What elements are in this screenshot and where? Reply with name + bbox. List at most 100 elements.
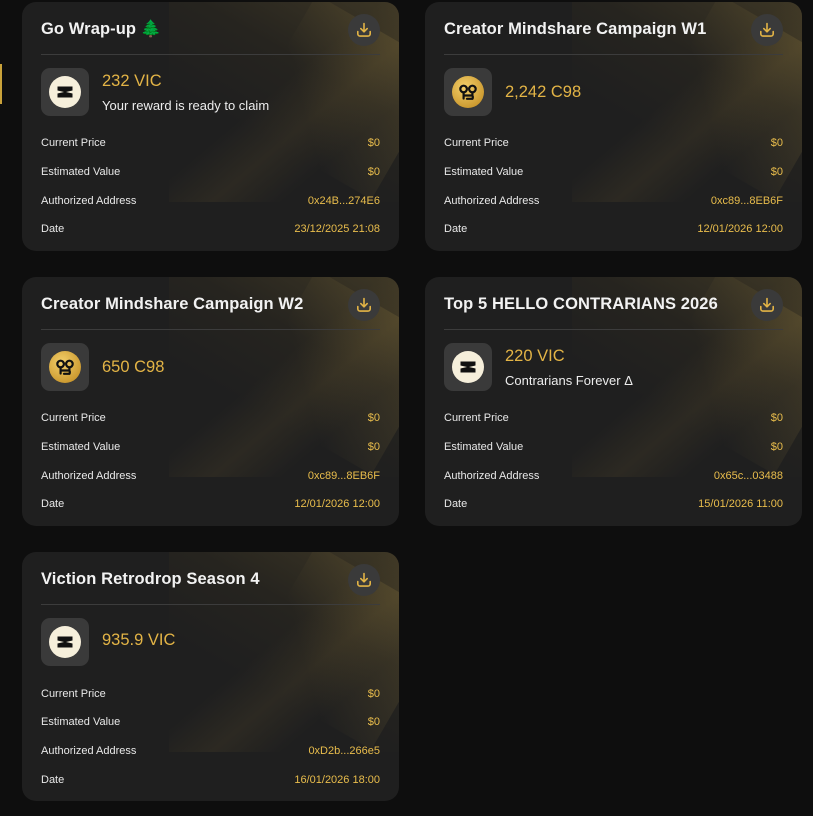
detail-label: Estimated Value (41, 716, 121, 728)
detail-row-estimated-value: Estimated Value $0 (444, 441, 783, 457)
authorized-address-value[interactable]: 0x65c...03488 (714, 470, 783, 482)
token-logo (41, 618, 89, 666)
reward-amount: 232 VIC (102, 72, 162, 90)
detail-row-estimated-value: Estimated Value $0 (41, 716, 380, 732)
detail-row-date: Date 16/01/2026 18:00 (41, 774, 380, 790)
detail-label: Current Price (41, 688, 106, 700)
detail-row-date: Date 12/01/2026 12:00 (444, 223, 783, 239)
date-value: 15/01/2026 11:00 (698, 498, 783, 510)
download-icon (760, 297, 774, 312)
token-logo (41, 68, 89, 116)
detail-row-authorized-address: Authorized Address 0xc89...8EB6F (444, 195, 783, 211)
sidebar-edge-indicator (0, 64, 2, 104)
reward-subtitle: Contrarians Forever Δ (505, 373, 633, 388)
card-title: Viction Retrodrop Season 4 (41, 570, 260, 588)
card-divider (444, 54, 783, 55)
reward-amount: 220 VIC (505, 347, 565, 365)
viction-logo-icon (49, 626, 81, 658)
detail-label: Estimated Value (41, 166, 121, 178)
detail-row-authorized-address: Authorized Address 0xc89...8EB6F (41, 470, 380, 486)
detail-label: Estimated Value (444, 441, 524, 453)
card-divider (41, 604, 380, 605)
detail-label: Date (444, 498, 468, 510)
download-button[interactable] (348, 289, 380, 321)
reward-subtitle: Your reward is ready to claim (102, 98, 270, 113)
current-price-value: $0 (770, 412, 783, 424)
current-price-value: $0 (770, 137, 783, 149)
reward-card: Viction Retrodrop Season 4 935.9 VIC Cur… (22, 552, 399, 801)
reward-amount: 935.9 VIC (102, 631, 176, 649)
card-title: Top 5 HELLO CONTRARIANS 2026 (444, 295, 718, 313)
detail-label: Current Price (444, 137, 509, 149)
authorized-address-value[interactable]: 0xc89...8EB6F (711, 195, 783, 207)
authorized-address-value[interactable]: 0xD2b...266e5 (308, 745, 380, 757)
download-button[interactable] (348, 564, 380, 596)
detail-label: Current Price (41, 137, 106, 149)
detail-label: Estimated Value (444, 166, 524, 178)
detail-row-authorized-address: Authorized Address 0x65c...03488 (444, 470, 783, 486)
c98-logo-icon (452, 76, 484, 108)
detail-row-current-price: Current Price $0 (41, 137, 380, 153)
download-icon (357, 22, 371, 37)
reward-amount: 650 C98 (102, 358, 165, 376)
detail-row-date: Date 12/01/2026 12:00 (41, 498, 380, 514)
card-title: Go Wrap-up 🌲 (41, 20, 162, 38)
estimated-value-value: $0 (770, 441, 783, 453)
card-divider (41, 54, 380, 55)
detail-row-current-price: Current Price $0 (444, 412, 783, 428)
current-price-value: $0 (367, 137, 380, 149)
detail-label: Estimated Value (41, 441, 121, 453)
card-divider (41, 329, 380, 330)
detail-label: Date (41, 774, 65, 786)
detail-label: Authorized Address (41, 745, 137, 757)
viction-logo-icon (452, 351, 484, 383)
detail-label: Authorized Address (444, 195, 540, 207)
card-title: Creator Mindshare Campaign W2 (41, 295, 304, 313)
detail-row-estimated-value: Estimated Value $0 (41, 441, 380, 457)
detail-label: Date (41, 498, 65, 510)
detail-label: Authorized Address (41, 470, 137, 482)
card-title: Creator Mindshare Campaign W1 (444, 20, 707, 38)
download-icon (357, 572, 371, 587)
detail-label: Current Price (41, 412, 106, 424)
viction-logo-icon (49, 76, 81, 108)
detail-row-current-price: Current Price $0 (41, 412, 380, 428)
detail-row-authorized-address: Authorized Address 0x24B...274E6 (41, 195, 380, 211)
authorized-address-value[interactable]: 0xc89...8EB6F (308, 470, 380, 482)
date-value: 12/01/2026 12:00 (294, 498, 380, 510)
detail-row-estimated-value: Estimated Value $0 (41, 166, 380, 182)
detail-row-current-price: Current Price $0 (41, 688, 380, 704)
reward-card: Go Wrap-up 🌲 232 VIC Your reward is read… (22, 2, 399, 251)
estimated-value-value: $0 (367, 166, 380, 178)
download-button[interactable] (348, 14, 380, 46)
detail-row-current-price: Current Price $0 (444, 137, 783, 153)
detail-row-authorized-address: Authorized Address 0xD2b...266e5 (41, 745, 380, 761)
reward-amount: 2,242 C98 (505, 83, 582, 101)
current-price-value: $0 (367, 412, 380, 424)
estimated-value-value: $0 (367, 716, 380, 728)
reward-card: Top 5 HELLO CONTRARIANS 2026 220 VIC Con… (425, 277, 802, 526)
download-button[interactable] (751, 14, 783, 46)
detail-row-estimated-value: Estimated Value $0 (444, 166, 783, 182)
token-logo (444, 343, 492, 391)
c98-logo-icon (49, 351, 81, 383)
date-value: 23/12/2025 21:08 (294, 223, 380, 235)
detail-row-date: Date 23/12/2025 21:08 (41, 223, 380, 239)
date-value: 12/01/2026 12:00 (697, 223, 783, 235)
token-logo (41, 343, 89, 391)
detail-row-date: Date 15/01/2026 11:00 (444, 498, 783, 514)
reward-card: Creator Mindshare Campaign W1 2,242 C98 … (425, 2, 802, 251)
card-divider (444, 329, 783, 330)
token-logo (444, 68, 492, 116)
download-icon (357, 297, 371, 312)
current-price-value: $0 (367, 688, 380, 700)
authorized-address-value[interactable]: 0x24B...274E6 (308, 195, 380, 207)
detail-label: Date (444, 223, 468, 235)
detail-label: Authorized Address (444, 470, 540, 482)
date-value: 16/01/2026 18:00 (294, 774, 380, 786)
detail-label: Authorized Address (41, 195, 137, 207)
estimated-value-value: $0 (367, 441, 380, 453)
download-icon (760, 22, 774, 37)
detail-label: Date (41, 223, 65, 235)
download-button[interactable] (751, 289, 783, 321)
